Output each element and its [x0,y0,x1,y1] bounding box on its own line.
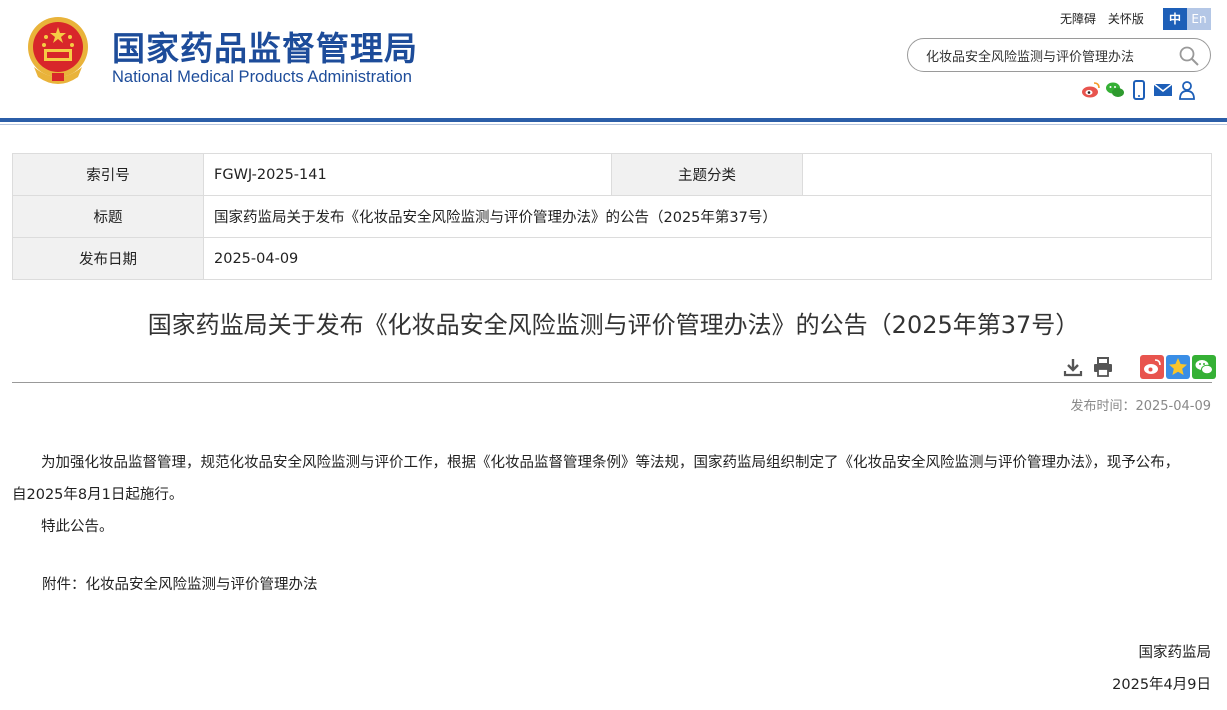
meta-row-date: 发布日期 2025-04-09 [12,237,1212,280]
search-icon[interactable] [1178,45,1200,67]
meta-value-date: 2025-04-09 [203,237,1212,280]
accessibility-link[interactable]: 无障碍 [1060,12,1096,26]
lang-en-button[interactable]: En [1187,8,1211,30]
mail-icon[interactable] [1153,80,1173,100]
social-links [1081,80,1201,100]
meta-value-category [802,153,1212,196]
publish-time: 发布时间：2025-04-09 [1070,399,1211,414]
lang-zh-button[interactable]: 中 [1163,8,1187,30]
title-divider [12,382,1212,383]
meta-label-index: 索引号 [12,153,204,196]
meta-value-index: FGWJ-2025-141 [203,153,612,196]
meta-row-index: 索引号 FGWJ-2025-141 主题分类 [12,153,1212,196]
national-emblem-icon [28,17,88,84]
signature-date: 2025年4月9日 [1112,677,1211,693]
share-qzone-icon[interactable] [1166,355,1190,379]
user-icon[interactable] [1177,80,1197,100]
meta-label-title: 标题 [12,195,204,238]
share-weibo-icon[interactable] [1140,355,1164,379]
attachment-link[interactable]: 附件：化妆品安全风险监测与评价管理办法 [42,573,318,594]
header-divider [0,118,1227,122]
top-links: 无障碍 关怀版 [1060,10,1152,27]
signature-org: 国家药监局 [1138,645,1212,661]
document-meta-table: 索引号 FGWJ-2025-141 主题分类 标题 国家药监局关于发布《化妆品安… [12,153,1212,280]
meta-row-title: 标题 国家药监局关于发布《化妆品安全风险监测与评价管理办法》的公告（2025年第… [12,195,1212,238]
mobile-icon[interactable] [1129,80,1149,100]
elderly-mode-link[interactable]: 关怀版 [1108,12,1144,26]
wechat-icon[interactable] [1105,80,1125,100]
meta-label-category: 主题分类 [611,153,803,196]
site-header: 国家药品监督管理局 National Medical Products Admi… [0,0,1227,118]
meta-label-date: 发布日期 [12,237,204,280]
paragraph: 为加强化妆品监督管理，规范化妆品安全风险监测与评价工作，根据《化妆品监督管理条例… [12,455,1180,503]
print-icon[interactable] [1092,356,1114,378]
article-body: 为加强化妆品监督管理，规范化妆品安全风险监测与评价工作，根据《化妆品监督管理条例… [12,447,1182,543]
header-divider-thin [0,124,1227,125]
weibo-icon[interactable] [1081,80,1101,100]
site-name-en[interactable]: National Medical Products Administration [112,68,412,87]
meta-value-title: 国家药监局关于发布《化妆品安全风险监测与评价管理办法》的公告（2025年第37号… [203,195,1212,238]
share-wechat-icon[interactable] [1192,355,1216,379]
article-tools [1062,355,1216,379]
paragraph: 特此公告。 [41,519,114,535]
download-icon[interactable] [1062,356,1084,378]
search-box [907,38,1211,72]
search-input[interactable] [926,45,1166,65]
site-name-cn[interactable]: 国家药品监督管理局 [112,22,418,70]
article-title: 国家药监局关于发布《化妆品安全风险监测与评价管理办法》的公告（2025年第37号… [147,311,1080,339]
language-switch: 中 En [1163,8,1211,30]
